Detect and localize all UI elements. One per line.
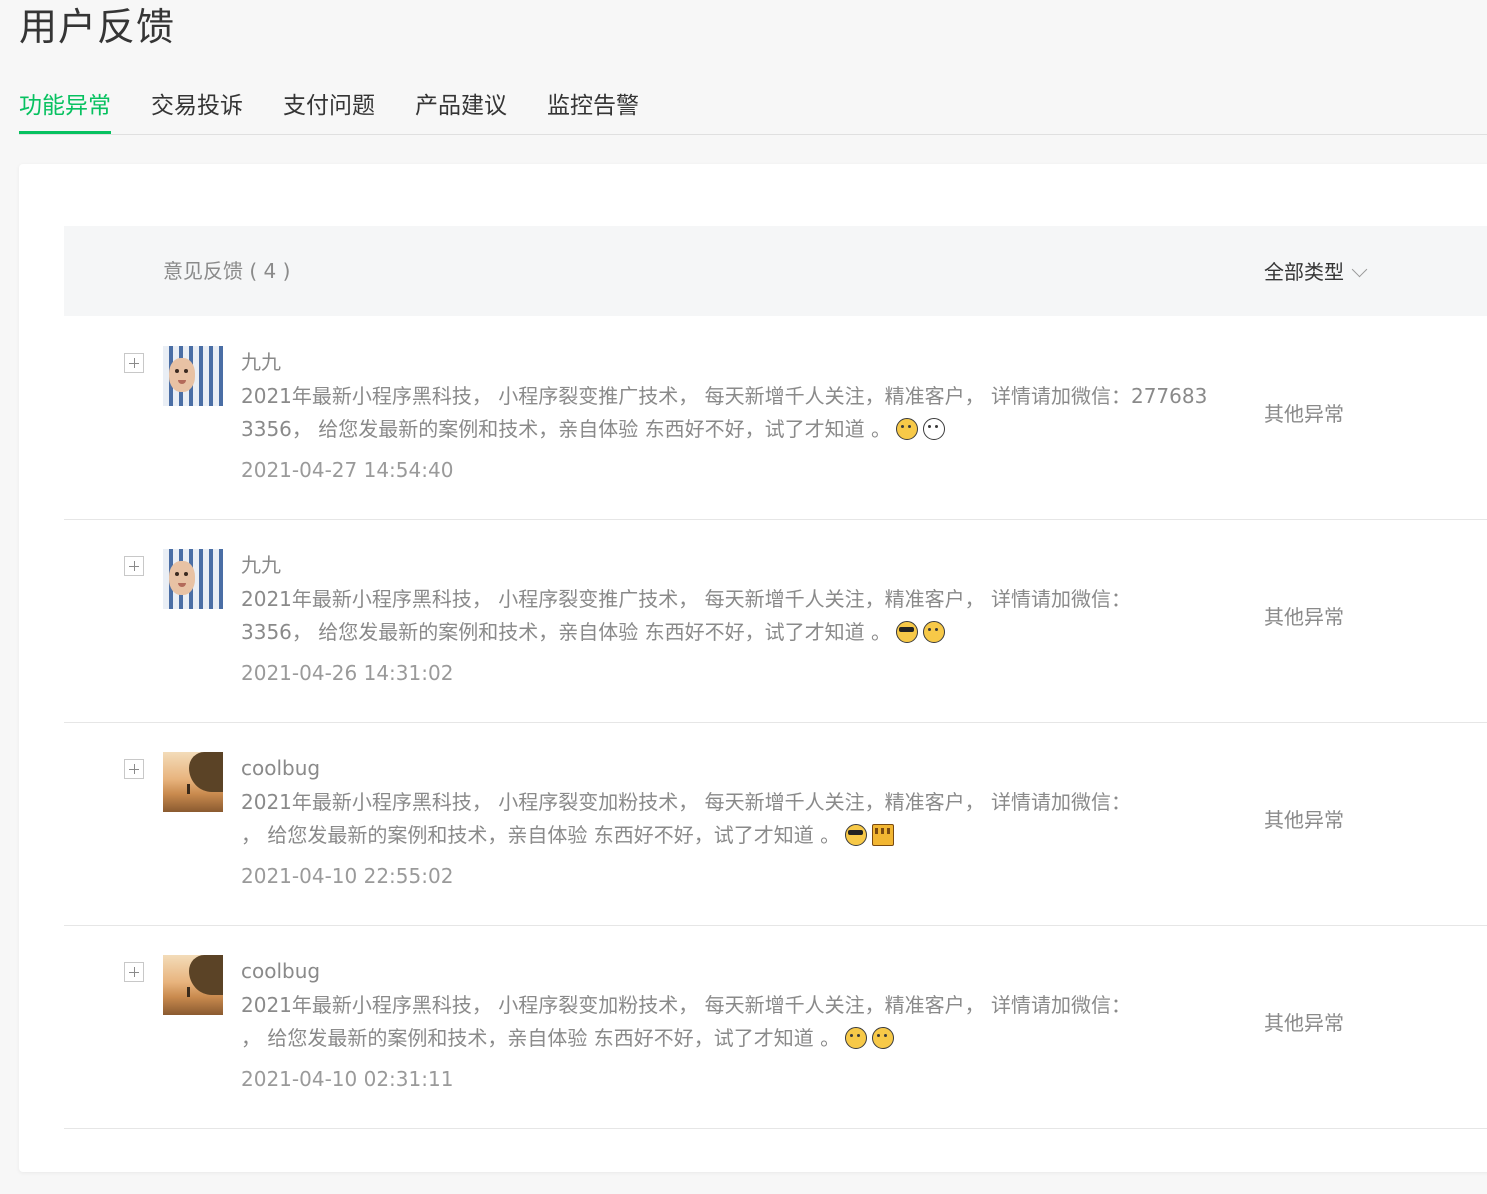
avatar [163, 955, 223, 1015]
tab-feature-error[interactable]: 功能异常 [19, 84, 111, 134]
feedback-category: 其他异常 [1264, 1011, 1344, 1035]
feedback-time: 2021-04-26 14:31:02 [241, 661, 454, 685]
feedback-row: coolbug 2021年最新小程序黑科技， 小程序裂变加粉技术， 每天新增千人… [64, 722, 1487, 926]
laughing-cat-icon [872, 1027, 895, 1049]
avatar [163, 549, 223, 609]
expand-button[interactable] [124, 556, 144, 576]
expand-button[interactable] [124, 759, 144, 779]
tab-product-suggestion[interactable]: 产品建议 [415, 84, 507, 132]
feedback-content: 2021年最新小程序黑科技， 小程序裂变加粉技术， 每天新增千人关注，精准客户，… [241, 786, 1251, 852]
feedback-line-with-emoji: ， 给您发最新的案例和技术，亲自体验 东西好不好，试了才知道 。 [241, 1022, 1251, 1055]
person-silhouette [187, 987, 190, 997]
tree-silhouette [189, 955, 223, 995]
list-header: 意见反馈 ( 4 ) 全部类型 [64, 226, 1487, 316]
feedback-category: 其他异常 [1264, 402, 1344, 426]
feedback-row: coolbug 2021年最新小程序黑科技， 小程序裂变加粉技术， 每天新增千人… [64, 925, 1487, 1129]
feedback-time: 2021-04-10 22:55:02 [241, 864, 454, 888]
kissing-face-icon [845, 1027, 868, 1049]
flushed-face-icon [922, 621, 945, 643]
feedback-line-with-emoji: 3356， 给您发最新的案例和技术，亲自体验 东西好不好，试了才知道 。 [241, 413, 1251, 446]
clock-face-icon [922, 418, 945, 440]
confused-face-icon [895, 418, 918, 440]
feedback-time: 2021-04-10 02:31:11 [241, 1067, 454, 1091]
avatar [163, 346, 223, 406]
chevron-down-icon [1351, 261, 1368, 278]
user-name: coolbug [241, 756, 321, 780]
sunglasses-face-icon [845, 824, 868, 846]
feedback-card: 意见反馈 ( 4 ) 全部类型 九九 2021年最新小程序黑科技， 小程序裂变推… [19, 164, 1487, 1172]
feedback-line: ， 给您发最新的案例和技术，亲自体验 东西好不好，试了才知道 。 [241, 823, 841, 847]
feedback-line-with-emoji: 3356， 给您发最新的案例和技术，亲自体验 东西好不好，试了才知道 。 [241, 616, 1251, 649]
feedback-line: 2021年最新小程序黑科技， 小程序裂变加粉技术， 每天新增千人关注，精准客户，… [241, 790, 1131, 814]
list-title: 意见反馈 ( 4 ) [163, 259, 291, 283]
tab-bar: 功能异常 交易投诉 支付问题 产品建议 监控告警 [19, 84, 1487, 135]
feedback-line: 3356， 给您发最新的案例和技术，亲自体验 东西好不好，试了才知道 。 [241, 417, 891, 441]
tab-payment-issue[interactable]: 支付问题 [283, 84, 375, 132]
baby-face-image [169, 561, 195, 595]
person-silhouette [187, 784, 190, 794]
user-name: coolbug [241, 959, 321, 983]
feedback-content: 2021年最新小程序黑科技， 小程序裂变加粉技术， 每天新增千人关注，精准客户，… [241, 989, 1251, 1055]
feedback-line: 2021年最新小程序黑科技， 小程序裂变推广技术， 每天新增千人关注，精准客户，… [241, 587, 1131, 611]
feedback-category: 其他异常 [1264, 605, 1344, 629]
feedback-line: ， 给您发最新的案例和技术，亲自体验 东西好不好，试了才知道 。 [241, 1026, 841, 1050]
crown-icon [872, 824, 895, 846]
type-filter-dropdown[interactable]: 全部类型 [1264, 226, 1368, 318]
feedback-content: 2021年最新小程序黑科技， 小程序裂变推广技术， 每天新增千人关注，精准客户，… [241, 583, 1251, 649]
tab-monitoring-alert[interactable]: 监控告警 [547, 84, 639, 132]
feedback-line: 2021年最新小程序黑科技， 小程序裂变加粉技术， 每天新增千人关注，精准客户，… [241, 993, 1131, 1017]
avatar [163, 752, 223, 812]
feedback-line-with-emoji: ， 给您发最新的案例和技术，亲自体验 东西好不好，试了才知道 。 [241, 819, 1251, 852]
type-filter-label: 全部类型 [1264, 260, 1344, 284]
feedback-row: 九九 2021年最新小程序黑科技， 小程序裂变推广技术， 每天新增千人关注，精准… [64, 519, 1487, 723]
baby-face-image [169, 358, 195, 392]
feedback-row: 九九 2021年最新小程序黑科技， 小程序裂变推广技术， 每天新增千人关注，精准… [64, 316, 1487, 520]
feedback-content: 2021年最新小程序黑科技， 小程序裂变推广技术， 每天新增千人关注，精准客户，… [241, 380, 1251, 446]
feedback-line: 3356， 给您发最新的案例和技术，亲自体验 东西好不好，试了才知道 。 [241, 620, 891, 644]
user-name: 九九 [241, 553, 281, 577]
feedback-line: 2021年最新小程序黑科技， 小程序裂变推广技术， 每天新增千人关注，精准客户，… [241, 384, 1208, 408]
tree-silhouette [189, 752, 223, 792]
page-title: 用户反馈 [19, 5, 176, 49]
feedback-time: 2021-04-27 14:54:40 [241, 458, 454, 482]
tab-transaction-complaint[interactable]: 交易投诉 [151, 84, 243, 132]
sunglasses-face-icon [895, 621, 918, 643]
expand-button[interactable] [124, 962, 144, 982]
user-name: 九九 [241, 350, 281, 374]
expand-button[interactable] [124, 353, 144, 373]
feedback-category: 其他异常 [1264, 808, 1344, 832]
